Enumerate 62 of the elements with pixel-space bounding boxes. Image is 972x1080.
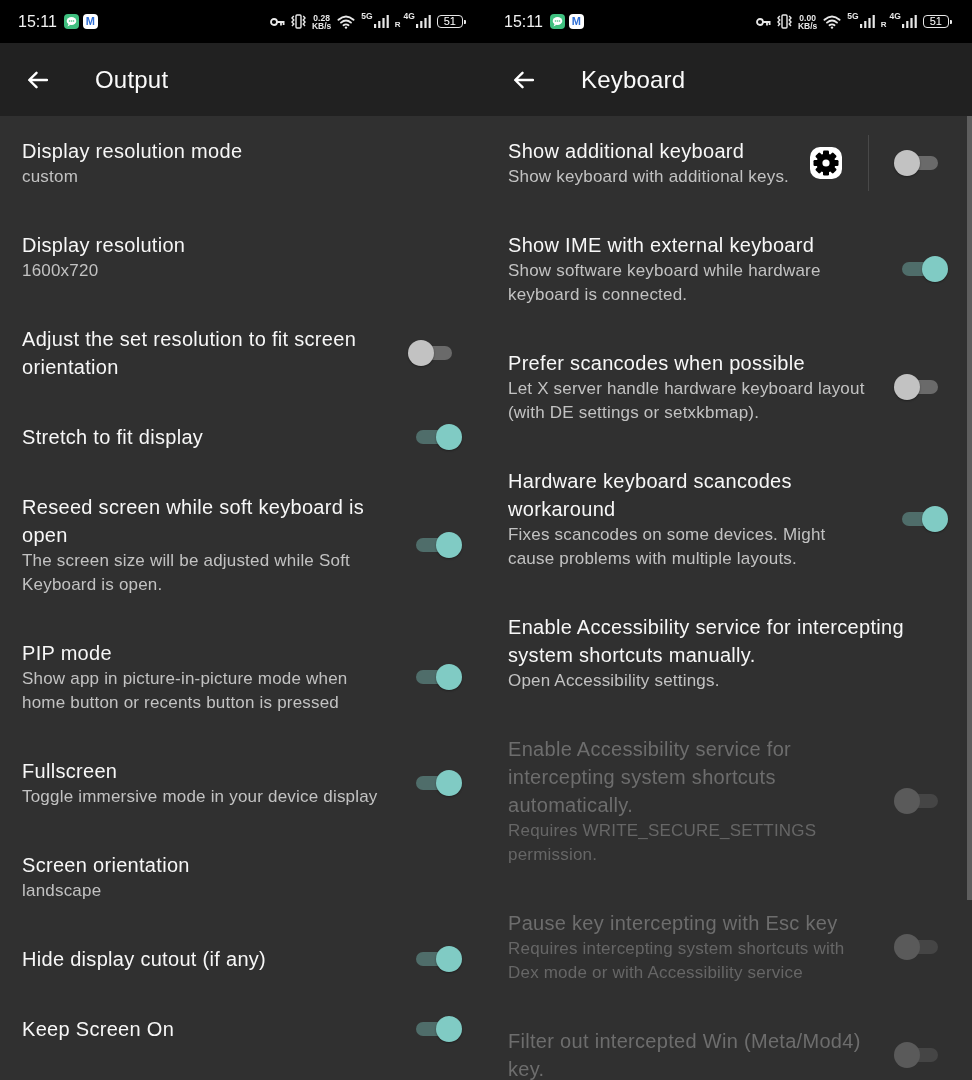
setting-title: Fullscreen (22, 759, 118, 784)
setting-summary: Toggle immersive mode in your device display (22, 786, 378, 808)
setting-title: Hardware keyboard scancodes workaround (508, 469, 793, 522)
setting-title: Show IME with external keyboard (508, 233, 815, 258)
setting-title: Pause key intercepting with Esc key (508, 911, 838, 936)
setting-summary: Show keyboard with additional keys. (508, 166, 790, 188)
setting-summary: landscape (22, 880, 102, 902)
battery-indicator: 51 (922, 15, 949, 28)
setting-title: Keep Screen On (22, 1017, 175, 1042)
vibrate-icon (290, 14, 306, 29)
setting-title: PIP mode (22, 641, 112, 666)
setting-summary: Show app in picture-in-picture mode when home button or recents button is pressed (22, 668, 349, 714)
mail-app-icon: M (82, 14, 98, 29)
network-speed-unit: KB/s (797, 21, 818, 30)
setting-title: Screen orientation (22, 853, 190, 878)
signal-icon (373, 15, 389, 28)
setting-title: Enable Accessibility service for intercepting system shortcuts manually. (508, 615, 905, 668)
network-type-label: 5G (361, 12, 373, 20)
screen-title: Keyboard (581, 65, 686, 94)
setting-title: Enable Accessibility service for intercepting system shortcuts automatically. (508, 737, 793, 818)
network-type-label: 5G (847, 12, 859, 20)
signal-icon (901, 15, 917, 28)
status-time: 15:11 (18, 12, 57, 31)
settings-icon[interactable] (810, 147, 842, 179)
setting-title: Show additional keyboard (508, 139, 745, 164)
setting-title: Display resolution (22, 233, 186, 258)
key-icon (269, 16, 285, 27)
key-icon (755, 16, 771, 27)
screen-title: Output (95, 65, 169, 94)
battery-indicator: 51 (436, 15, 463, 28)
network-speed-value: 0.00 (799, 13, 816, 22)
signal-icon (859, 15, 875, 28)
network-speed-unit: KB/s (311, 21, 332, 30)
network-type-label: 4G (889, 12, 901, 20)
setting-title: Stretch to fit display (22, 425, 204, 450)
signal-icon (415, 15, 431, 28)
setting-title: Prefer scancodes when possible (508, 351, 805, 376)
setting-summary: Open Accessibility settings. (508, 670, 720, 692)
roaming-label: R (394, 21, 401, 29)
setting-title: Adjust the set resolution to fit screen orientation (22, 327, 358, 380)
chat-app-icon (549, 14, 565, 29)
setting-title: Filter out intercepted Win (Meta/Mod4) key. (508, 1029, 862, 1080)
wifi-icon (823, 14, 842, 29)
mail-app-icon: M (568, 14, 584, 29)
setting-title: Display resolution mode (22, 139, 243, 164)
setting-summary: custom (22, 166, 78, 188)
wifi-icon (337, 14, 356, 29)
status-time: 15:11 (504, 12, 543, 31)
chat-app-icon (63, 14, 79, 29)
setting-summary: Let X server handle hardware keyboard layout (with DE settings or setxkbmap). (508, 378, 866, 424)
setting-summary: Fixes scancodes on some devices. Might cause problems with multiple layouts. (508, 524, 827, 570)
network-type-label: 4G (403, 12, 415, 20)
network-speed-value: 0.28 (313, 13, 330, 22)
setting-summary: The screen size will be adjusted while Soft Keyboard is open. (22, 550, 351, 596)
setting-summary: 1600x720 (22, 260, 99, 282)
vibrate-icon (776, 14, 792, 29)
setting-title: Hide display cutout (if any) (22, 947, 267, 972)
roaming-label: R (880, 21, 887, 29)
setting-title: Reseed screen while soft keyboard is open (22, 495, 366, 548)
back-arrow-icon[interactable] (513, 70, 534, 89)
back-arrow-icon[interactable] (27, 70, 48, 89)
setting-summary: Show software keyboard while hardware keyboard is connected. (508, 260, 822, 306)
